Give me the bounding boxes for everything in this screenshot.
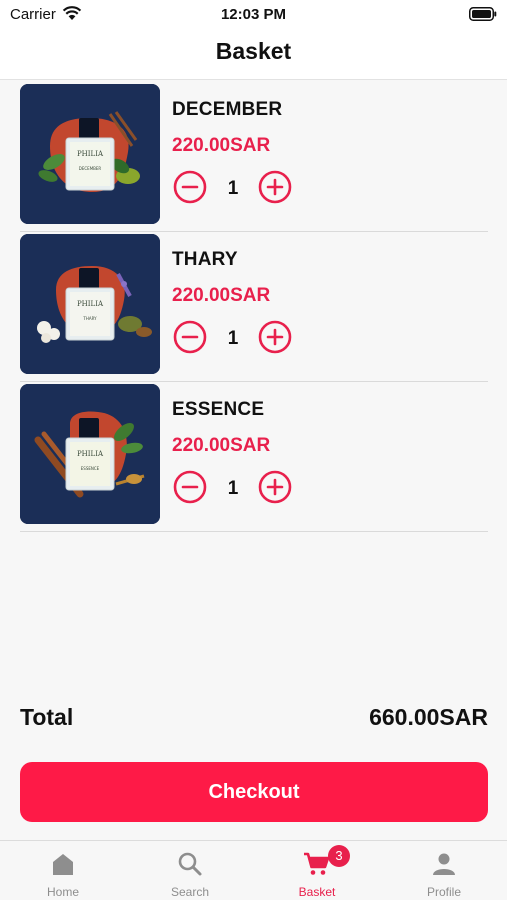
decrease-quantity-button[interactable] xyxy=(173,470,207,504)
tab-label: Search xyxy=(170,885,210,899)
tab-label: Basket xyxy=(298,885,336,899)
cart-icon xyxy=(254,851,380,881)
product-name: DECEMBER xyxy=(172,99,283,120)
basket-item: PHILIA ESSENCE ESSENCE 220.00SAR 1 xyxy=(20,382,488,532)
status-time: 12:03 PM xyxy=(220,6,287,23)
tab-search[interactable]: Search xyxy=(127,841,253,900)
basket-item: PHILIA THARY THARY 220.00SAR 1 xyxy=(20,232,488,382)
product-image[interactable]: PHILIA DECEMBER xyxy=(20,84,160,224)
total-value: 660.00SAR xyxy=(369,704,488,730)
basket-list: PHILIA DECEMBER DECEMBER 220.00SAR 1 PHI… xyxy=(20,82,488,532)
tab-profile[interactable]: Profile xyxy=(381,841,507,900)
brand-text: PHILIA xyxy=(77,450,104,458)
home-icon xyxy=(0,851,126,881)
battery-icon xyxy=(469,7,497,26)
tab-label: Home xyxy=(46,885,79,899)
product-image[interactable]: PHILIA ESSENCE xyxy=(20,384,160,524)
total-row: Total 660.00SAR xyxy=(20,704,488,736)
quantity-value: 1 xyxy=(227,178,239,199)
tab-home[interactable]: Home xyxy=(0,841,126,900)
bottle-label-text: THARY xyxy=(82,316,97,321)
quantity-value: 1 xyxy=(227,328,239,349)
total-label: Total xyxy=(20,704,74,730)
increase-quantity-button[interactable] xyxy=(258,470,292,504)
product-price: 220.00SAR xyxy=(172,135,271,156)
page-title: Basket xyxy=(215,38,292,64)
decrease-quantity-button[interactable] xyxy=(173,170,207,204)
plus-circle-icon xyxy=(258,320,292,354)
product-price: 220.00SAR xyxy=(172,435,271,456)
minus-circle-icon xyxy=(173,320,207,354)
product-price: 220.00SAR xyxy=(172,285,271,306)
checkout-button[interactable]: Checkout xyxy=(20,762,488,822)
brand-text: PHILIA xyxy=(77,150,104,158)
plus-circle-icon xyxy=(258,170,292,204)
increase-quantity-button[interactable] xyxy=(258,320,292,354)
basket-item: PHILIA DECEMBER DECEMBER 220.00SAR 1 xyxy=(20,82,488,232)
status-bar: Carrier 12:03 PM xyxy=(0,0,507,30)
tab-basket[interactable]: 3 Basket xyxy=(254,841,380,900)
increase-quantity-button[interactable] xyxy=(258,170,292,204)
quantity-value: 1 xyxy=(227,478,239,499)
brand-text: PHILIA xyxy=(77,300,104,308)
minus-circle-icon xyxy=(173,470,207,504)
tab-label: Profile xyxy=(426,885,461,899)
plus-circle-icon xyxy=(258,470,292,504)
search-icon xyxy=(127,851,253,881)
navigation-bar: Basket xyxy=(0,30,507,80)
bottle-label-text: ESSENCE xyxy=(81,466,100,471)
product-image[interactable]: PHILIA THARY xyxy=(20,234,160,374)
product-name: ESSENCE xyxy=(172,399,265,420)
tab-bar: Home Search 3 Basket Profile xyxy=(0,840,507,900)
bottle-label-text: DECEMBER xyxy=(79,166,102,171)
cart-count-badge: 3 xyxy=(328,845,350,867)
minus-circle-icon xyxy=(173,170,207,204)
person-icon xyxy=(381,851,507,881)
decrease-quantity-button[interactable] xyxy=(173,320,207,354)
product-name: THARY xyxy=(172,249,238,270)
